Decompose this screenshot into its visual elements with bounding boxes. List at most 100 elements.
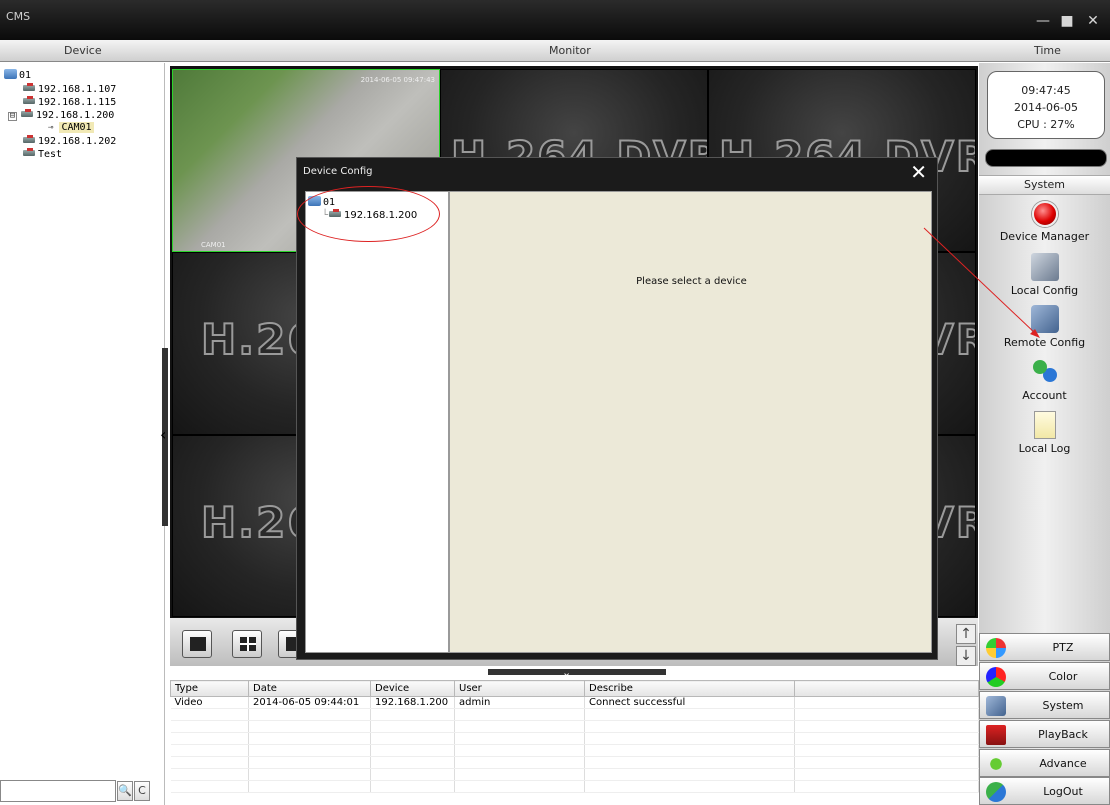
title-bar: CMS — ■ ✕ [0, 0, 1110, 40]
cell-extra [794, 696, 979, 709]
folder-icon [4, 69, 17, 79]
col-extra[interactable] [794, 680, 979, 697]
table-row [170, 720, 979, 733]
scroll-down-button[interactable]: ↓ [956, 646, 976, 666]
local-config-icon [1030, 253, 1059, 281]
col-user[interactable]: User [454, 680, 585, 697]
advance-button[interactable]: Advance [979, 749, 1110, 777]
local-log-label: Local Log [1018, 442, 1071, 455]
playback-icon [986, 725, 1006, 745]
collapse-toggle-icon[interactable]: ⊟ [8, 112, 17, 121]
tree-camera-item[interactable]: ⊸ CAM01 [48, 122, 94, 133]
maximize-button[interactable]: ■ [1058, 14, 1076, 28]
tree-device-item[interactable]: 192.168.1.107 [22, 83, 116, 95]
device-manager-button[interactable]: Device Manager [979, 201, 1110, 243]
ptz-button[interactable]: PTZ [979, 633, 1110, 661]
section-header: Device Monitor Time [0, 40, 1110, 62]
refresh-button[interactable]: C [134, 781, 150, 801]
col-device[interactable]: Device [370, 680, 455, 697]
device-search-input[interactable] [0, 780, 116, 802]
system-label: System [1042, 699, 1084, 712]
tree-camera-label: CAM01 [59, 122, 94, 133]
ptz-label: PTZ [1052, 641, 1074, 654]
dialog-message: Please select a device [636, 276, 747, 287]
dialog-close-button[interactable]: ✕ [910, 162, 927, 182]
device-panel: 01 192.168.1.107 192.168.1.115 ⊟ 192.168.… [0, 63, 165, 805]
local-log-icon [1033, 411, 1056, 439]
table-row [170, 768, 979, 781]
tree-device-item[interactable]: ⊟ 192.168.1.200 [8, 109, 114, 121]
tree-root-label: 01 [19, 70, 32, 81]
system-button[interactable]: System [979, 691, 1110, 719]
remote-config-label: Remote Config [1003, 336, 1086, 349]
camera-timestamp: 2014-06-05 09:47:43 [360, 76, 435, 84]
table-row [170, 780, 979, 793]
single-view-icon [190, 637, 206, 651]
quad-view-icon [240, 637, 256, 651]
logout-button[interactable]: LogOut [979, 777, 1110, 805]
system-icon [986, 696, 1006, 716]
cell-device: 192.168.1.200 [370, 696, 455, 709]
playback-button[interactable]: PlayBack [979, 720, 1110, 748]
account-label: Account [1022, 389, 1067, 402]
logout-label: LogOut [1043, 785, 1083, 798]
tree-device-item[interactable]: 192.168.1.202 [22, 135, 116, 147]
annotation-ellipse [297, 186, 440, 242]
collapse-left-icon[interactable]: ‹ [160, 425, 166, 444]
ptz-icon [986, 638, 1006, 658]
color-icon [986, 667, 1006, 687]
layout-4-button[interactable] [232, 630, 262, 658]
logout-icon [986, 782, 1006, 802]
color-label: Color [1048, 670, 1078, 683]
col-date[interactable]: Date [248, 680, 371, 697]
account-icon [1031, 358, 1059, 386]
header-time: Time [1034, 44, 1061, 57]
log-header-row: Type Date Device User Describe [170, 680, 979, 697]
device-manager-label: Device Manager [999, 230, 1090, 243]
col-describe[interactable]: Describe [584, 680, 795, 697]
col-type[interactable]: Type [170, 680, 249, 697]
table-row [170, 744, 979, 757]
event-log: Type Date Device User Describe Video 201… [170, 680, 979, 805]
table-row[interactable]: Video 2014-06-05 09:44:01 192.168.1.200 … [170, 696, 979, 709]
remote-config-button[interactable]: Remote Config [979, 305, 1110, 349]
clock-date: 2014-06-05 [1014, 101, 1078, 114]
advance-icon [986, 754, 1006, 774]
chevron-down-icon[interactable]: ⌄ [562, 666, 571, 679]
log-table: Type Date Device User Describe Video 201… [170, 680, 979, 793]
remote-config-icon [1030, 305, 1059, 333]
header-monitor: Monitor [549, 44, 591, 57]
local-config-button[interactable]: Local Config [979, 253, 1110, 297]
advance-label: Advance [1039, 757, 1087, 770]
tree-root[interactable]: 01 [4, 69, 31, 81]
dvr-device-icon [22, 96, 36, 106]
cpu-usage: CPU : 27% [1017, 118, 1075, 131]
log-collapse-bar[interactable] [488, 669, 666, 675]
table-row [170, 732, 979, 745]
color-button[interactable]: Color [979, 662, 1110, 690]
camera-name: CAM01 [201, 241, 226, 249]
dvr-device-icon [22, 83, 36, 93]
table-row [170, 756, 979, 769]
scroll-up-button[interactable]: ↑ [956, 624, 976, 644]
status-bar [985, 149, 1107, 167]
close-window-button[interactable]: ✕ [1084, 14, 1102, 28]
tree-device-label: Test [38, 149, 63, 160]
tree-device-label: 192.168.1.200 [36, 110, 115, 121]
tree-device-item[interactable]: 192.168.1.115 [22, 96, 116, 108]
system-heading[interactable]: System [979, 175, 1110, 195]
clock-time: 09:47:45 [1021, 84, 1071, 97]
device-manager-icon [1031, 201, 1058, 227]
window-title: CMS [6, 10, 31, 23]
layout-1-button[interactable] [182, 630, 212, 658]
playback-label: PlayBack [1038, 728, 1088, 741]
account-button[interactable]: Account [979, 358, 1110, 402]
tree-device-item[interactable]: Test [22, 148, 62, 160]
search-button[interactable]: 🔍 [117, 781, 133, 801]
cell-type: Video [170, 696, 249, 709]
minimize-button[interactable]: — [1034, 14, 1052, 28]
cell-describe: Connect successful [584, 696, 795, 709]
local-log-button[interactable]: Local Log [979, 411, 1110, 455]
camera-icon: ⊸ [48, 123, 54, 133]
header-device: Device [64, 44, 102, 57]
